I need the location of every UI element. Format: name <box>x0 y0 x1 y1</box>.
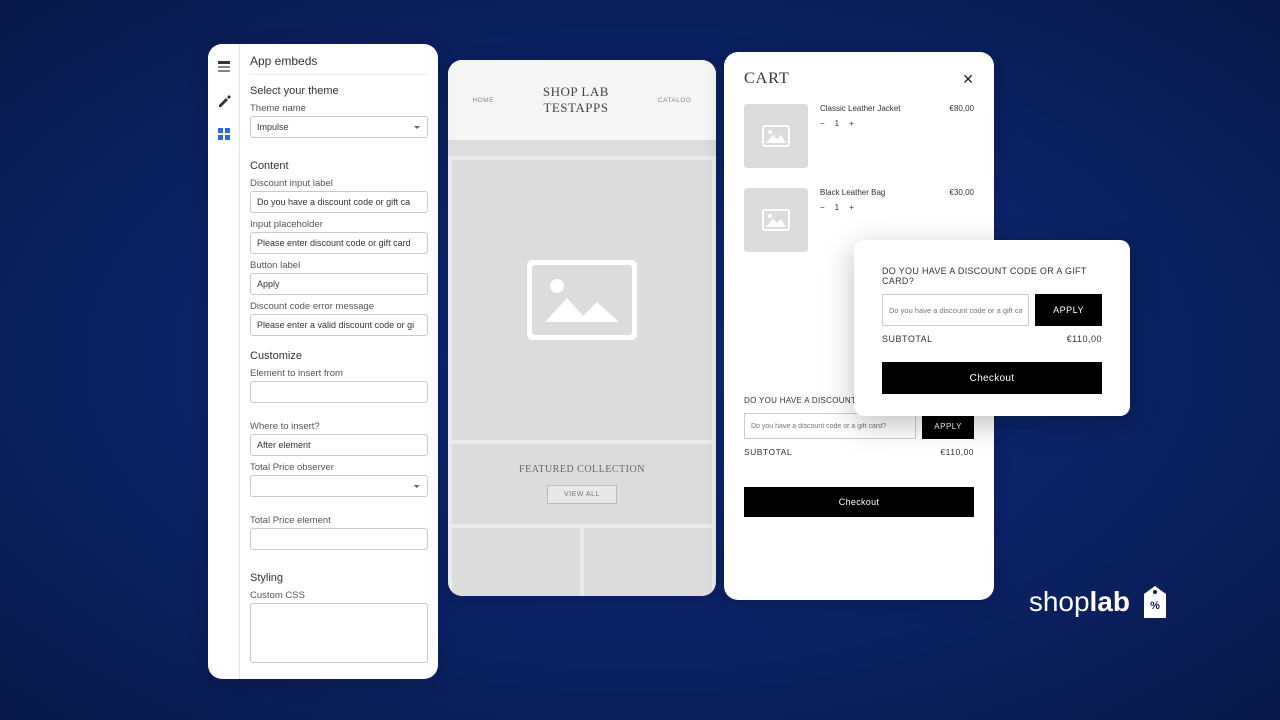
element-insert-field[interactable] <box>250 381 428 403</box>
cart-title: CART <box>744 70 790 88</box>
qty-plus-icon[interactable]: + <box>849 203 854 212</box>
element-insert-label: Element to insert from <box>250 368 428 379</box>
discount-error-label: Discount code error message <box>250 301 428 312</box>
apps-icon[interactable] <box>216 126 232 142</box>
item-thumb <box>744 188 808 252</box>
theme-name-label: Theme name <box>250 103 428 114</box>
total-price-observer-select[interactable] <box>250 475 428 497</box>
brush-icon[interactable] <box>216 92 232 108</box>
shoplab-logo: shoplab % <box>1029 584 1170 620</box>
nav-home[interactable]: HOME <box>472 97 494 104</box>
subtotal-value: €110,00 <box>1067 334 1102 344</box>
store-preview-panel: HOME SHOP LAB TESTAPPS CATALOG FEATURED … <box>448 60 716 596</box>
store-logo: SHOP LAB TESTAPPS <box>543 84 609 116</box>
button-label-label: Button label <box>250 260 428 271</box>
product-tile[interactable] <box>584 528 712 596</box>
preview-header: HOME SHOP LAB TESTAPPS CATALOG <box>448 60 716 140</box>
discount-input[interactable] <box>744 413 916 439</box>
qty-value: 1 <box>835 203 839 212</box>
product-tile[interactable] <box>452 528 580 596</box>
nav-catalog[interactable]: CATALOG <box>658 97 692 104</box>
featured-title: FEATURED COLLECTION <box>519 464 645 475</box>
admin-settings-panel: App embeds Select your theme Theme name … <box>208 44 438 679</box>
checkout-button[interactable]: Checkout <box>744 487 974 517</box>
admin-body: App embeds Select your theme Theme name … <box>240 44 438 679</box>
admin-title: App embeds <box>250 54 428 75</box>
view-all-button[interactable]: VIEW ALL <box>547 485 617 504</box>
styling-heading: Styling <box>250 572 428 584</box>
image-placeholder-icon <box>762 125 790 147</box>
total-price-element-field[interactable] <box>250 528 428 550</box>
select-theme-heading: Select your theme <box>250 85 428 97</box>
content-heading: Content <box>250 160 428 172</box>
qty-stepper[interactable]: − 1 + <box>820 119 974 128</box>
discount-input-label-field[interactable] <box>250 191 428 213</box>
checkout-button[interactable]: Checkout <box>882 362 1102 394</box>
item-price: €80,00 <box>950 104 974 113</box>
apply-button[interactable]: APPLY <box>1035 294 1102 326</box>
customize-heading: Customize <box>250 350 428 362</box>
hero-image-placeholder <box>452 160 712 440</box>
where-insert-field[interactable] <box>250 434 428 456</box>
discount-input-label-label: Discount input label <box>250 178 428 189</box>
discount-popover: DO YOU HAVE A DISCOUNT CODE OR A GIFT CA… <box>854 240 1130 416</box>
total-price-observer-label: Total Price observer <box>250 462 428 473</box>
close-icon[interactable]: ✕ <box>962 71 974 88</box>
svg-text:%: % <box>1150 600 1160 612</box>
qty-value: 1 <box>835 119 839 128</box>
subtotal-label: SUBTOTAL <box>882 334 933 344</box>
image-placeholder-icon <box>527 260 637 340</box>
button-label-field[interactable] <box>250 273 428 295</box>
tag-icon: % <box>1140 584 1170 620</box>
admin-icon-rail <box>208 44 240 679</box>
input-placeholder-field[interactable] <box>250 232 428 254</box>
item-price: €30,00 <box>950 188 974 197</box>
announcement-bar <box>448 140 716 156</box>
discount-error-field[interactable] <box>250 314 428 336</box>
qty-minus-icon[interactable]: − <box>820 203 825 212</box>
custom-css-field[interactable] <box>250 603 428 663</box>
qty-plus-icon[interactable]: + <box>849 119 854 128</box>
apply-button[interactable]: APPLY <box>922 413 974 439</box>
discount-input[interactable] <box>882 294 1029 326</box>
subtotal-label: SUBTOTAL <box>744 447 792 457</box>
cart-item: Classic Leather Jacket − 1 + €80,00 <box>744 104 974 168</box>
featured-section: FEATURED COLLECTION VIEW ALL <box>452 444 712 524</box>
theme-select[interactable]: Impulse <box>250 116 428 138</box>
qty-stepper[interactable]: − 1 + <box>820 203 974 212</box>
custom-css-label: Custom CSS <box>250 590 428 601</box>
item-thumb <box>744 104 808 168</box>
subtotal-value: €110,00 <box>940 447 974 457</box>
product-grid <box>452 528 712 596</box>
input-placeholder-label: Input placeholder <box>250 219 428 230</box>
total-price-element-label: Total Price element <box>250 515 428 526</box>
discount-label: DO YOU HAVE A DISCOUNT CODE OR A GIFT CA… <box>882 266 1102 286</box>
image-placeholder-icon <box>762 209 790 231</box>
qty-minus-icon[interactable]: − <box>820 119 825 128</box>
where-insert-label: Where to insert? <box>250 421 428 432</box>
sections-icon[interactable] <box>216 58 232 74</box>
